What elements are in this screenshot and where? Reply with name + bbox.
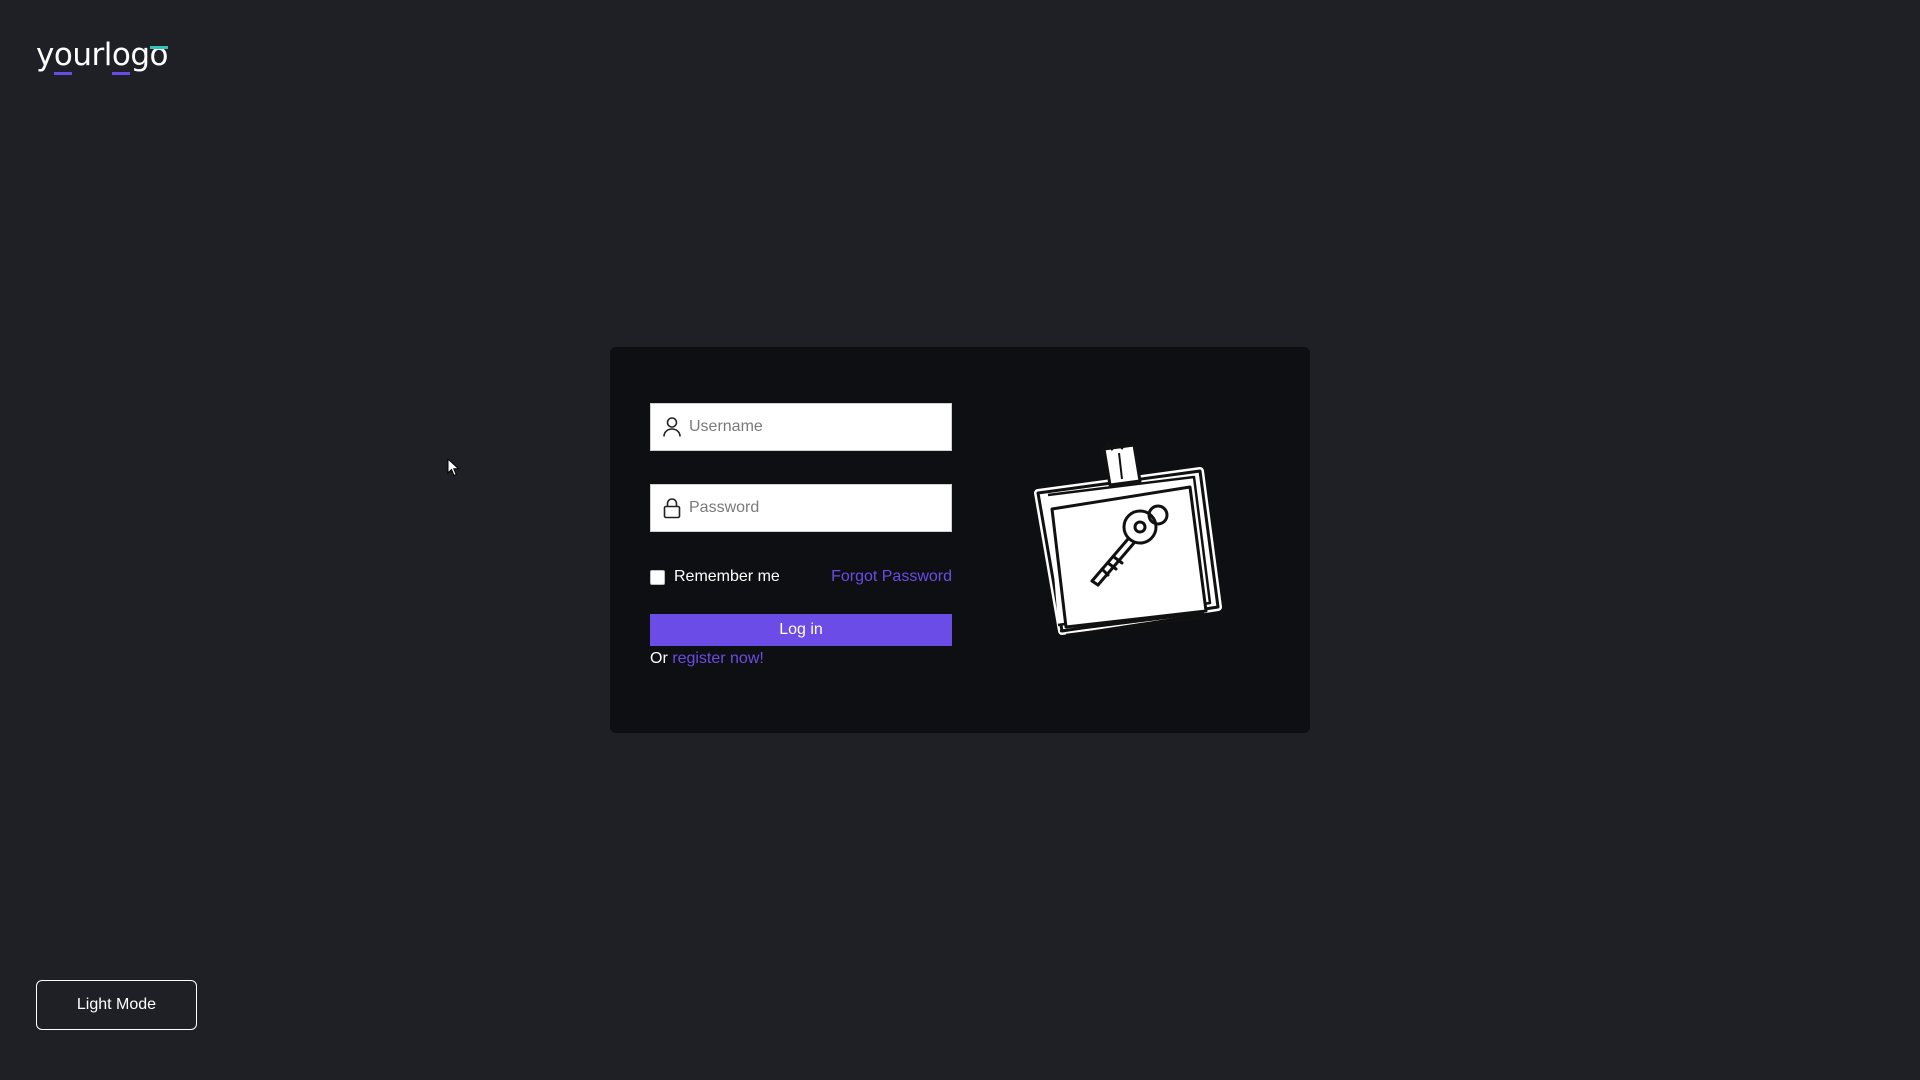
register-line: Or register now! — [650, 650, 952, 668]
light-mode-button[interactable]: Light Mode — [36, 980, 197, 1030]
remember-checkbox[interactable] — [650, 569, 665, 585]
user-icon — [661, 416, 683, 438]
remember-label: Remember me — [674, 568, 780, 585]
brand-logo[interactable]: yourlogo — [36, 40, 168, 75]
username-field[interactable] — [650, 403, 952, 451]
register-link[interactable]: register now! — [672, 650, 764, 667]
login-card: Remember me Forgot Password Log in Or re… — [610, 347, 1310, 733]
password-input[interactable] — [689, 485, 951, 531]
login-page: yourlogo Username Remember me Forgot Pas… — [0, 0, 1920, 1080]
register-prefix: Or — [650, 650, 668, 667]
lock-icon — [661, 497, 683, 519]
sticky-note-key-illustration — [1022, 435, 1222, 647]
forgot-password-link[interactable]: Forgot Password — [831, 568, 952, 586]
password-field[interactable] — [650, 484, 952, 532]
login-form: Remember me Forgot Password Log in Or re… — [650, 403, 952, 668]
username-input[interactable] — [689, 404, 951, 450]
remember-me[interactable]: Remember me — [650, 568, 780, 586]
options-row: Remember me Forgot Password — [650, 566, 952, 588]
login-button[interactable]: Log in — [650, 614, 952, 646]
mouse-cursor-icon — [447, 457, 461, 478]
